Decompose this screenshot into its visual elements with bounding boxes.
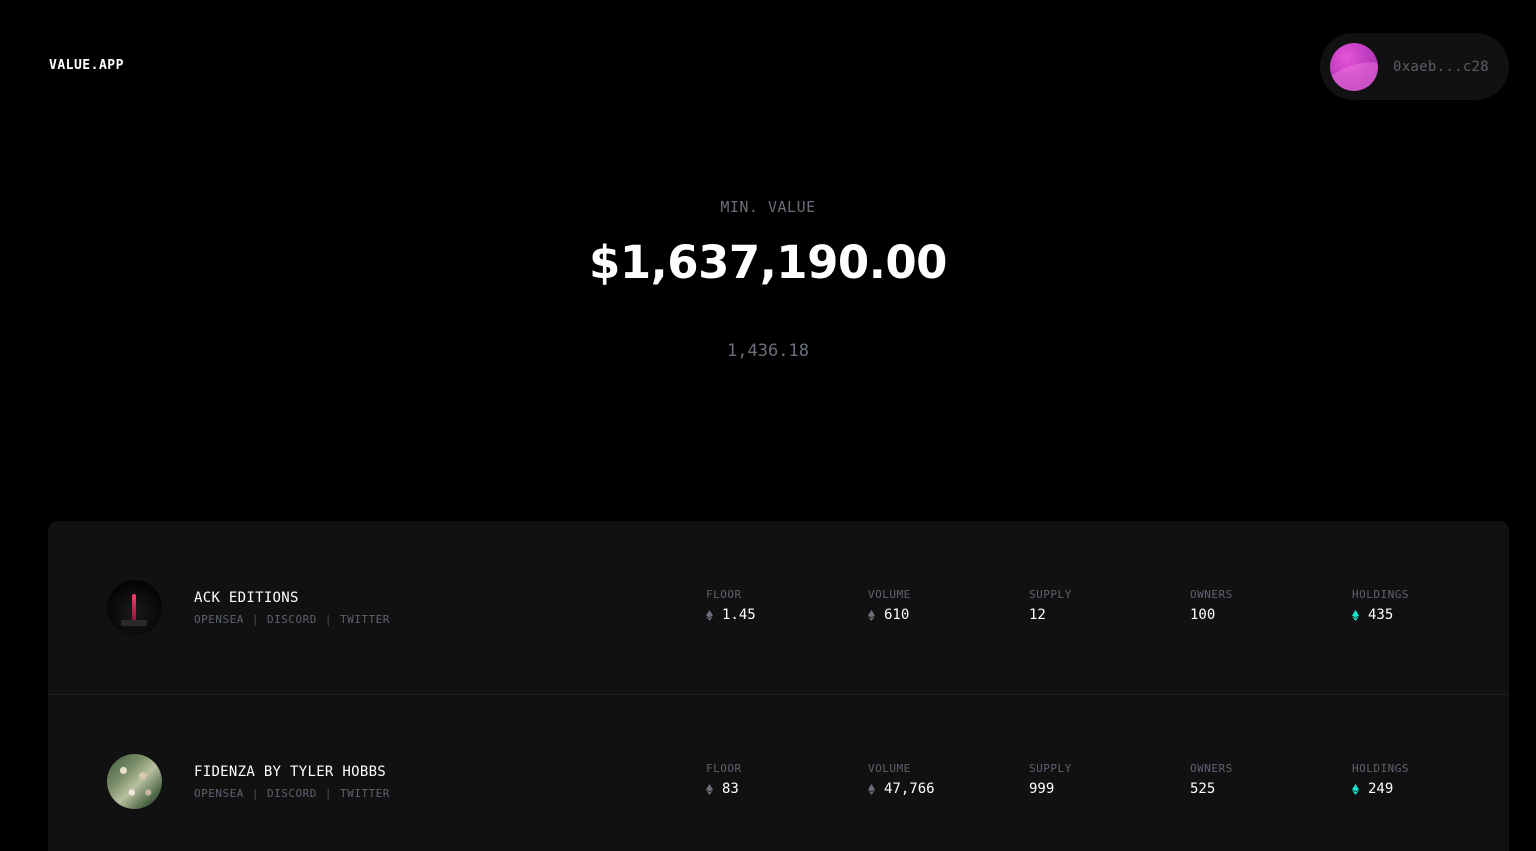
- owners-label: OWNERS: [1190, 762, 1233, 775]
- collections-list: ACK EDITIONS OPENSEA | DISCORD | TWITTER…: [48, 521, 1509, 851]
- wallet-address: 0xaeb...c28: [1393, 58, 1490, 75]
- opensea-link[interactable]: OPENSEA: [194, 613, 244, 626]
- volume-stat: VOLUME 47,766: [868, 762, 935, 797]
- volume-value: 47,766: [884, 781, 935, 797]
- floor-label: FLOOR: [706, 762, 742, 775]
- collection-name: ACK EDITIONS: [194, 590, 299, 606]
- opensea-link[interactable]: OPENSEA: [194, 787, 244, 800]
- discord-link[interactable]: DISCORD: [267, 787, 317, 800]
- wallet-avatar: [1330, 42, 1378, 91]
- wallet-button[interactable]: 0xaeb...c28: [1320, 33, 1509, 100]
- supply-stat: SUPPLY 999: [1029, 762, 1072, 797]
- holdings-label: HOLDINGS: [1352, 762, 1409, 775]
- link-separator: |: [324, 613, 332, 626]
- link-separator: |: [251, 613, 259, 626]
- owners-label: OWNERS: [1190, 588, 1233, 601]
- floor-label: FLOOR: [706, 588, 742, 601]
- floor-stat: FLOOR 83: [706, 762, 742, 797]
- volume-label: VOLUME: [868, 762, 911, 775]
- supply-stat: SUPPLY 12: [1029, 588, 1072, 623]
- eth-icon-cyan: [1352, 783, 1359, 795]
- supply-label: SUPPLY: [1029, 762, 1072, 775]
- eth-icon: [706, 609, 713, 621]
- supply-value: 999: [1029, 781, 1055, 797]
- discord-link[interactable]: DISCORD: [267, 613, 317, 626]
- holdings-stat: HOLDINGS 249: [1352, 762, 1409, 797]
- collection-links: OPENSEA | DISCORD | TWITTER: [194, 787, 390, 800]
- twitter-link[interactable]: TWITTER: [340, 787, 390, 800]
- holdings-label: HOLDINGS: [1352, 588, 1409, 601]
- twitter-link[interactable]: TWITTER: [340, 613, 390, 626]
- holdings-value: 249: [1368, 781, 1394, 797]
- supply-value: 12: [1029, 607, 1046, 623]
- supply-label: SUPPLY: [1029, 588, 1072, 601]
- eth-icon: [706, 783, 713, 795]
- floor-value: 1.45: [722, 607, 756, 623]
- link-separator: |: [324, 787, 332, 800]
- owners-value: 525: [1190, 781, 1216, 797]
- owners-stat: OWNERS 100: [1190, 588, 1233, 623]
- eth-total: 1,436.18: [727, 341, 809, 361]
- owners-value: 100: [1190, 607, 1216, 623]
- volume-value: 610: [884, 607, 910, 623]
- floor-value: 83: [722, 781, 739, 797]
- holdings-value: 435: [1368, 607, 1394, 623]
- collection-links: OPENSEA | DISCORD | TWITTER: [194, 613, 390, 626]
- eth-icon: [868, 783, 875, 795]
- holdings-stat: HOLDINGS 435: [1352, 588, 1409, 623]
- volume-stat: VOLUME 610: [868, 588, 911, 623]
- link-separator: |: [251, 787, 259, 800]
- floor-stat: FLOOR 1.45: [706, 588, 756, 623]
- eth-icon-cyan: [1352, 609, 1359, 621]
- logo[interactable]: VALUE.APP: [49, 58, 124, 73]
- collection-avatar: [107, 754, 162, 809]
- owners-stat: OWNERS 525: [1190, 762, 1233, 797]
- collection-row[interactable]: ACK EDITIONS OPENSEA | DISCORD | TWITTER…: [48, 521, 1509, 695]
- collection-name: FIDENZA BY TYLER HOBBS: [194, 764, 387, 780]
- min-value-amount: $1,637,190.00: [589, 236, 947, 289]
- min-value-label: MIN. VALUE: [720, 198, 816, 216]
- collection-row[interactable]: FIDENZA BY TYLER HOBBS OPENSEA | DISCORD…: [48, 695, 1509, 851]
- eth-icon: [868, 609, 875, 621]
- volume-label: VOLUME: [868, 588, 911, 601]
- collection-avatar: [107, 580, 162, 635]
